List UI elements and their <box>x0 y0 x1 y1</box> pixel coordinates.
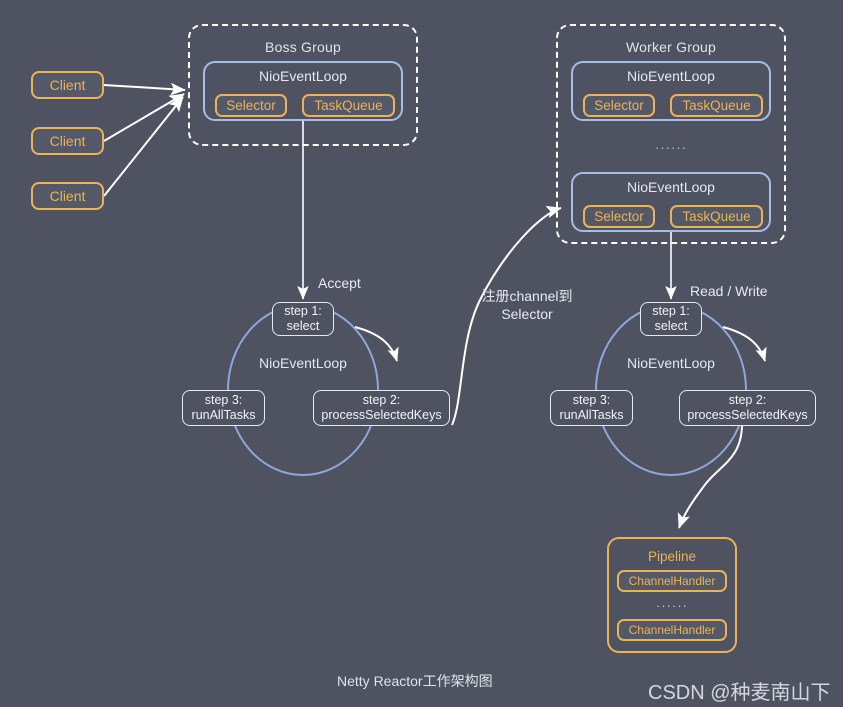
boss-step-1[interactable]: step 1: select <box>272 302 334 336</box>
taskqueue-label: TaskQueue <box>682 209 751 224</box>
pipeline-title: Pipeline <box>647 549 697 564</box>
step-line-1: step 3: <box>204 393 243 408</box>
pipeline-ellipsis: ······ <box>656 598 688 613</box>
step-line-1: step 2: <box>362 393 401 408</box>
step-line-2: runAllTasks <box>559 408 624 422</box>
worker1-taskqueue-pill[interactable]: TaskQueue <box>670 94 763 117</box>
boss-step-3[interactable]: step 3: runAllTasks <box>182 390 265 426</box>
client-box-2[interactable]: Client <box>31 127 104 155</box>
worker-group-ellipsis: ······ <box>655 140 687 155</box>
client-box-3[interactable]: Client <box>31 182 104 210</box>
step-line-1: step 1: <box>284 304 322 319</box>
channelhandler-label: ChannelHandler <box>628 623 716 637</box>
selector-label: Selector <box>594 98 644 113</box>
taskqueue-label: TaskQueue <box>314 98 383 113</box>
diagram-caption: Netty Reactor工作架构图 <box>337 673 493 689</box>
register-line-2: Selector <box>501 306 553 323</box>
boss-group-title: Boss Group <box>265 39 341 55</box>
boss-loop-center-label: NioEventLoop <box>259 355 347 371</box>
step-line-2: select <box>654 319 688 333</box>
boss-step-2[interactable]: step 2: processSelectedKeys <box>313 390 450 426</box>
worker2-selector-pill[interactable]: Selector <box>583 205 655 228</box>
worker1-selector-pill[interactable]: Selector <box>583 94 655 117</box>
step-line-2: processSelectedKeys <box>321 408 442 422</box>
client-label: Client <box>49 188 86 204</box>
step-line-1: step 2: <box>728 393 767 408</box>
accept-label: Accept <box>318 275 361 291</box>
pipeline-channelhandler-2[interactable]: ChannelHandler <box>617 619 727 641</box>
pipeline-channelhandler-1[interactable]: ChannelHandler <box>617 570 727 592</box>
step-line-1: step 3: <box>572 393 611 408</box>
worker-step-1[interactable]: step 1: select <box>640 302 702 336</box>
step-line-2: processSelectedKeys <box>687 408 808 422</box>
read-write-label: Read / Write <box>690 283 768 299</box>
diagram-canvas: Client Client Client Boss Group NioEvent… <box>0 0 843 707</box>
selector-label: Selector <box>594 209 644 224</box>
csdn-watermark: CSDN @种麦南山下 <box>648 682 831 704</box>
worker-step-2[interactable]: step 2: processSelectedKeys <box>679 390 816 426</box>
channelhandler-label: ChannelHandler <box>628 574 716 588</box>
step-line-2: select <box>286 319 320 333</box>
step-line-2: runAllTasks <box>191 408 256 422</box>
boss-taskqueue-pill[interactable]: TaskQueue <box>302 94 395 117</box>
register-line-1: 注册channel到 <box>481 288 573 304</box>
edge-worker-to-pipeline <box>677 423 743 529</box>
boss-selector-pill[interactable]: Selector <box>215 94 287 117</box>
worker2-taskqueue-pill[interactable]: TaskQueue <box>670 205 763 228</box>
boss-nioeventloop-title: NioEventLoop <box>259 68 347 84</box>
selector-label: Selector <box>226 98 276 113</box>
worker-loop-center-label: NioEventLoop <box>627 355 715 371</box>
edge-client1-boss <box>103 82 186 96</box>
client-label: Client <box>49 77 86 93</box>
edge-client3-boss <box>103 96 184 197</box>
worker-step-3[interactable]: step 3: runAllTasks <box>550 390 633 426</box>
register-channel-label: 注册channel到 Selector <box>462 287 592 323</box>
worker-group-title: Worker Group <box>625 39 717 55</box>
step-line-1: step 1: <box>652 304 690 319</box>
taskqueue-label: TaskQueue <box>682 98 751 113</box>
worker-nioeventloop-title: NioEventLoop <box>627 68 715 84</box>
edge-client2-boss <box>103 93 185 142</box>
client-label: Client <box>49 133 86 149</box>
worker-nioeventloop-title: NioEventLoop <box>627 179 715 195</box>
client-box-1[interactable]: Client <box>31 71 104 99</box>
